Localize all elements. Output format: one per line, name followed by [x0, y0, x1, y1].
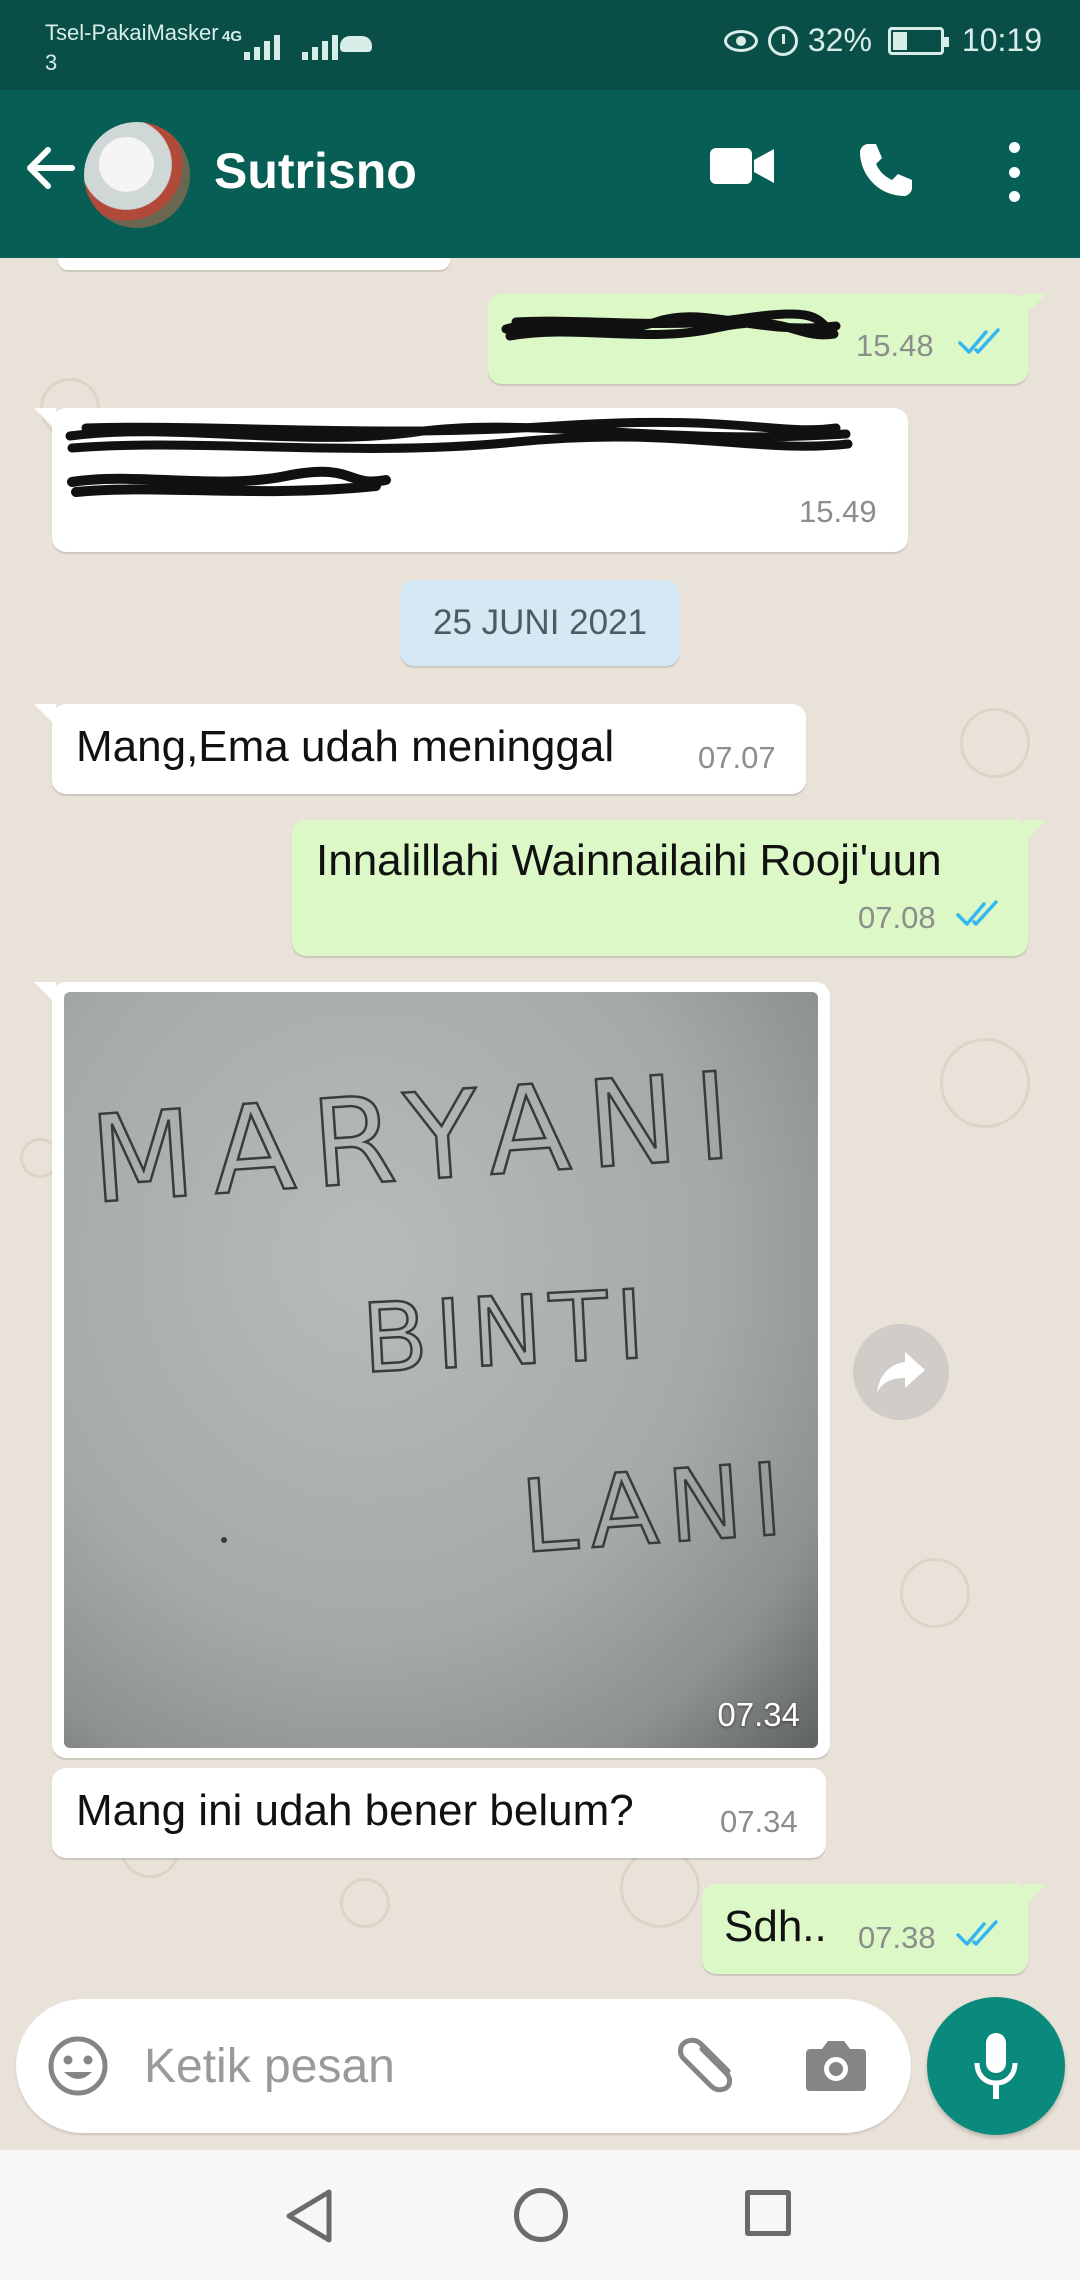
- message-time: 07.08: [858, 900, 936, 935]
- battery-icon: [887, 26, 949, 55]
- wallpaper-doodle: [960, 708, 1030, 778]
- forward-button[interactable]: [853, 1324, 949, 1420]
- wallpaper-doodle: [620, 1848, 700, 1928]
- read-ticks-icon: [956, 900, 998, 926]
- message-time: 15.48: [856, 328, 934, 363]
- phone-icon[interactable]: [856, 140, 916, 200]
- contact-name[interactable]: Sutrisno: [214, 142, 417, 200]
- nav-back-icon[interactable]: [283, 2188, 335, 2244]
- outgoing-message[interactable]: 15.48: [488, 294, 1046, 384]
- mic-button[interactable]: [927, 1997, 1065, 2135]
- nav-home-icon[interactable]: [514, 2188, 568, 2242]
- outgoing-message[interactable]: Sdh.. 07.38: [702, 1884, 1046, 1974]
- wallpaper-doodle: [900, 1558, 970, 1628]
- signal-icon: [302, 34, 338, 60]
- incoming-message[interactable]: Mang ini udah bener belum? 07.34: [52, 1768, 826, 1858]
- eye-icon: [723, 29, 758, 52]
- alarm-icon: [767, 25, 798, 56]
- redacted-text: [65, 417, 853, 497]
- cloud-icon: [340, 36, 372, 52]
- clock: 10:19: [961, 22, 1042, 58]
- handwritten-text: MARYANI BINTI LANI: [85, 1045, 797, 1577]
- message-time: 07.07: [698, 740, 776, 775]
- more-vert-icon[interactable]: [1004, 142, 1024, 202]
- video-call-icon[interactable]: [710, 146, 774, 186]
- message-input[interactable]: [144, 2033, 644, 2099]
- back-arrow-icon[interactable]: [22, 140, 78, 196]
- wallpaper-doodle: [340, 1878, 390, 1928]
- chat-header: Sutrisno: [0, 90, 1080, 258]
- incoming-message[interactable]: Mang,Ema udah meninggal 07.07: [34, 704, 806, 794]
- system-nav-bar: [0, 2150, 1080, 2280]
- outgoing-message[interactable]: Innalillahi Wainnailaihi Rooji'uun 07.08: [292, 820, 1046, 956]
- battery-percent: 32%: [807, 22, 872, 58]
- message-text: Innalillahi Wainnailaihi Rooji'uun: [316, 836, 942, 885]
- camera-icon[interactable]: [804, 2037, 868, 2093]
- carrier-name: Tsel-PakaiMasker 3: [45, 20, 219, 75]
- handwriting-photo[interactable]: MARYANI BINTI LANI 07.34: [64, 992, 818, 1748]
- emoji-icon[interactable]: [46, 2034, 110, 2098]
- date-chip: 25 JUNI 2021: [400, 580, 680, 666]
- message-time: 07.38: [858, 1920, 936, 1955]
- handwriting-line: MARYANI: [86, 1046, 753, 1231]
- incoming-message[interactable]: 15.49: [34, 408, 908, 552]
- handwriting-line: BINTI: [359, 1270, 655, 1395]
- forward-icon: [877, 1352, 925, 1392]
- message-time: 07.34: [717, 1696, 800, 1733]
- read-ticks-icon: [958, 328, 1000, 354]
- message-time: 07.34: [720, 1804, 798, 1839]
- network-type: 4G: [222, 28, 243, 45]
- signal-icon: [244, 34, 280, 60]
- handwriting-line: LANI: [518, 1440, 796, 1576]
- mic-icon: [974, 2033, 1018, 2099]
- message-text: Mang ini udah bener belum?: [76, 1786, 634, 1835]
- attach-icon[interactable]: [672, 2029, 742, 2099]
- redacted-text: [501, 309, 841, 341]
- message-composer: [16, 1999, 911, 2133]
- wallpaper-doodle: [940, 1038, 1030, 1128]
- message-text: Sdh..: [724, 1902, 827, 1951]
- previous-message-bubble[interactable]: [58, 258, 450, 270]
- message-time: 15.49: [799, 494, 877, 529]
- nav-recents-icon[interactable]: [745, 2190, 791, 2236]
- chat-area[interactable]: 15.48 15.49 25 JUNI 2021 Mang,Ema udah m…: [0, 258, 1080, 2000]
- message-text: Mang,Ema udah meninggal: [76, 722, 615, 771]
- status-bar: Tsel-PakaiMasker 3 4G 32% 10:19: [0, 0, 1080, 90]
- read-ticks-icon: [956, 1920, 998, 1946]
- avatar[interactable]: [84, 122, 190, 228]
